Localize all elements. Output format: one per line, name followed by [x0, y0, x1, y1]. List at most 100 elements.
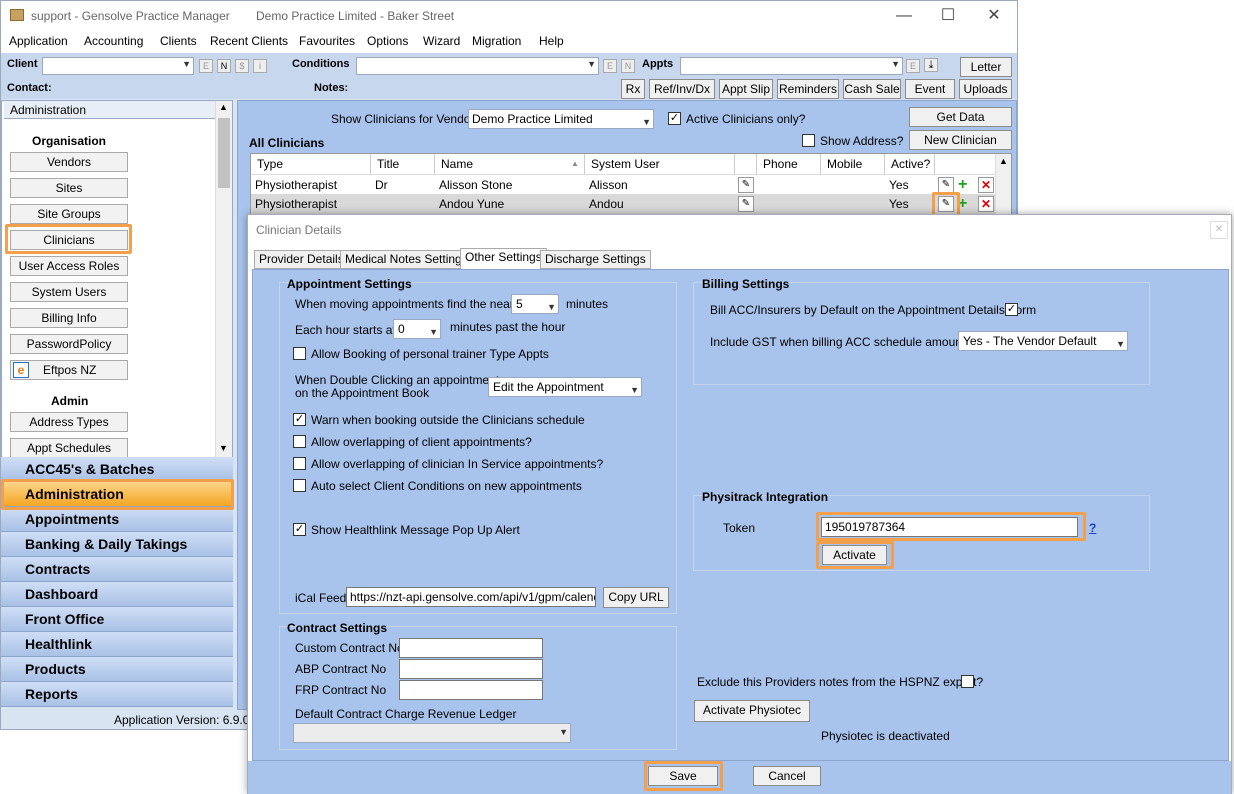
ref-inv-dx-button[interactable]: Ref/Inv/Dx — [649, 79, 715, 99]
column-phone[interactable]: Phone — [757, 154, 821, 174]
tab-provider-details[interactable]: Provider Details — [254, 250, 349, 269]
auto-select-checkbox[interactable] — [293, 479, 306, 492]
menu-recent-clients[interactable]: Recent Clients — [210, 34, 288, 48]
appt-schedules-button[interactable]: Appt Schedules — [10, 438, 128, 458]
vendors-button[interactable]: Vendors — [10, 152, 128, 172]
conditions-mini-e[interactable]: E — [603, 59, 617, 73]
new-clinician-button[interactable]: New Clinician — [909, 130, 1012, 150]
custom-contract-field[interactable] — [399, 638, 543, 658]
client-mini-e[interactable]: E — [199, 59, 213, 73]
tab-other-settings[interactable]: Other Settings — [460, 248, 547, 270]
warn-outside-checkbox[interactable]: ✓ — [293, 413, 306, 426]
column-active[interactable]: Active? — [885, 154, 935, 174]
billing-info-button[interactable]: Billing Info — [10, 308, 128, 328]
double-click-select[interactable]: Edit the Appointment ▼ — [488, 377, 642, 397]
module-dashboard[interactable]: Dashboard — [1, 582, 233, 607]
module-administration[interactable]: Administration — [1, 482, 233, 507]
tab-discharge-settings[interactable]: Discharge Settings — [540, 250, 651, 269]
delete-icon[interactable]: ✕ — [978, 196, 994, 212]
tab-medical-notes-settings[interactable]: Medical Notes Settings — [340, 250, 473, 269]
menu-wizard[interactable]: Wizard — [423, 34, 460, 48]
menu-clients[interactable]: Clients — [160, 34, 197, 48]
menu-application[interactable]: Application — [9, 34, 68, 48]
get-data-button[interactable]: Get Data — [909, 107, 1012, 127]
module-acc45-batches[interactable]: ACC45's & Batches — [1, 457, 233, 482]
menu-help[interactable]: Help — [539, 34, 564, 48]
client-mini-dollar[interactable]: $ — [235, 59, 249, 73]
appts-combo[interactable]: ▼ — [680, 57, 903, 75]
scroll-up-icon[interactable]: ▲ — [219, 102, 228, 112]
maximize-button[interactable]: ☐ — [933, 5, 963, 27]
token-field[interactable]: 195019787364 — [821, 517, 1078, 537]
minimize-button[interactable]: — — [889, 5, 919, 27]
nearest-minutes-select[interactable]: 5 ▼ — [511, 294, 559, 314]
table-row[interactable]: Physiotherapist Dr Alisson Stone Alisson… — [251, 174, 995, 194]
add-icon[interactable]: + — [958, 195, 967, 213]
help-link[interactable]: ? — [1089, 521, 1096, 535]
rx-button[interactable]: Rx — [621, 79, 645, 99]
show-address-checkbox[interactable] — [802, 134, 815, 147]
abp-contract-field[interactable] — [399, 659, 543, 679]
table-row[interactable]: Physiotherapist Andou Yune Andou ✎ Yes ✎… — [251, 194, 995, 214]
letter-button[interactable]: Letter — [960, 57, 1012, 77]
scroll-down-icon[interactable]: ▼ — [219, 443, 228, 453]
allow-trainer-checkbox[interactable] — [293, 347, 306, 360]
column-type[interactable]: Type — [251, 154, 371, 174]
module-front-office[interactable]: Front Office — [1, 607, 233, 632]
site-groups-button[interactable]: Site Groups — [10, 204, 128, 224]
module-appointments[interactable]: Appointments — [1, 507, 233, 532]
uploads-button[interactable]: Uploads — [959, 79, 1012, 99]
column-system-user[interactable]: System User — [585, 154, 735, 174]
column-title[interactable]: Title — [371, 154, 435, 174]
save-button[interactable]: Save — [648, 766, 718, 786]
module-banking-daily-takings[interactable]: Banking & Daily Takings — [1, 532, 233, 557]
scroll-thumb[interactable] — [218, 118, 230, 188]
ical-feed-field[interactable]: https://nzt-api.gensolve.com/api/v1/gpm/… — [346, 587, 596, 607]
vendor-select[interactable]: Demo Practice Limited ▼ — [468, 109, 654, 129]
appts-mini-e[interactable]: E — [906, 59, 920, 73]
client-mini-n[interactable]: N — [217, 59, 231, 73]
revenue-ledger-select[interactable]: ▼ — [293, 723, 571, 743]
column-name[interactable]: Name ▲ — [435, 154, 585, 174]
eftpos-nz-button[interactable]: e Eftpos NZ — [10, 360, 128, 380]
client-mini-info[interactable]: i — [253, 59, 267, 73]
module-products[interactable]: Products — [1, 657, 233, 682]
reminders-button[interactable]: Reminders — [777, 79, 839, 99]
sites-button[interactable]: Sites — [10, 178, 128, 198]
frp-contract-field[interactable] — [399, 680, 543, 700]
system-users-button[interactable]: System Users — [10, 282, 128, 302]
active-only-checkbox[interactable]: ✓ — [668, 112, 681, 125]
download-icon[interactable]: ⤓ — [924, 58, 938, 72]
pencil-icon[interactable]: ✎ — [738, 177, 754, 193]
pencil-icon[interactable]: ✎ — [738, 196, 754, 212]
bill-acc-checkbox[interactable]: ✓ — [1005, 303, 1018, 316]
menu-accounting[interactable]: Accounting — [84, 34, 143, 48]
add-icon[interactable]: + — [958, 176, 967, 194]
menu-options[interactable]: Options — [367, 34, 408, 48]
copy-url-button[interactable]: Copy URL — [603, 587, 669, 608]
grid-scrollbar[interactable]: ▲ — [995, 154, 1011, 214]
scroll-up-icon[interactable]: ▲ — [999, 156, 1008, 166]
cancel-button[interactable]: Cancel — [753, 766, 821, 786]
gst-select[interactable]: Yes - The Vendor Default ▼ — [958, 331, 1128, 351]
exclude-hspnz-checkbox[interactable] — [961, 675, 974, 688]
cash-sale-button[interactable]: Cash Sale — [843, 79, 901, 99]
menu-favourites[interactable]: Favourites — [299, 34, 355, 48]
event-button[interactable]: Event — [905, 79, 955, 99]
column-mobile[interactable]: Mobile — [821, 154, 885, 174]
conditions-combo[interactable]: ▼ — [356, 57, 599, 75]
close-button[interactable]: ✕ — [979, 5, 1009, 27]
left-scrollbar[interactable]: ▲ ▼ — [215, 101, 232, 457]
healthlink-popup-checkbox[interactable]: ✓ — [293, 523, 306, 536]
password-policy-button[interactable]: PasswordPolicy — [10, 334, 128, 354]
activate-physitrack-button[interactable]: Activate — [822, 545, 887, 565]
delete-icon[interactable]: ✕ — [978, 177, 994, 193]
client-combo[interactable]: ▼ — [42, 57, 194, 75]
module-contracts[interactable]: Contracts — [1, 557, 233, 582]
overlap-client-checkbox[interactable] — [293, 435, 306, 448]
appt-slip-button[interactable]: Appt Slip — [719, 79, 773, 99]
dialog-close-icon[interactable]: ✕ — [1210, 221, 1228, 239]
menu-migration[interactable]: Migration — [472, 34, 521, 48]
edit-pencil-icon[interactable]: ✎ — [938, 177, 954, 193]
user-access-roles-button[interactable]: User Access Roles — [10, 256, 128, 276]
